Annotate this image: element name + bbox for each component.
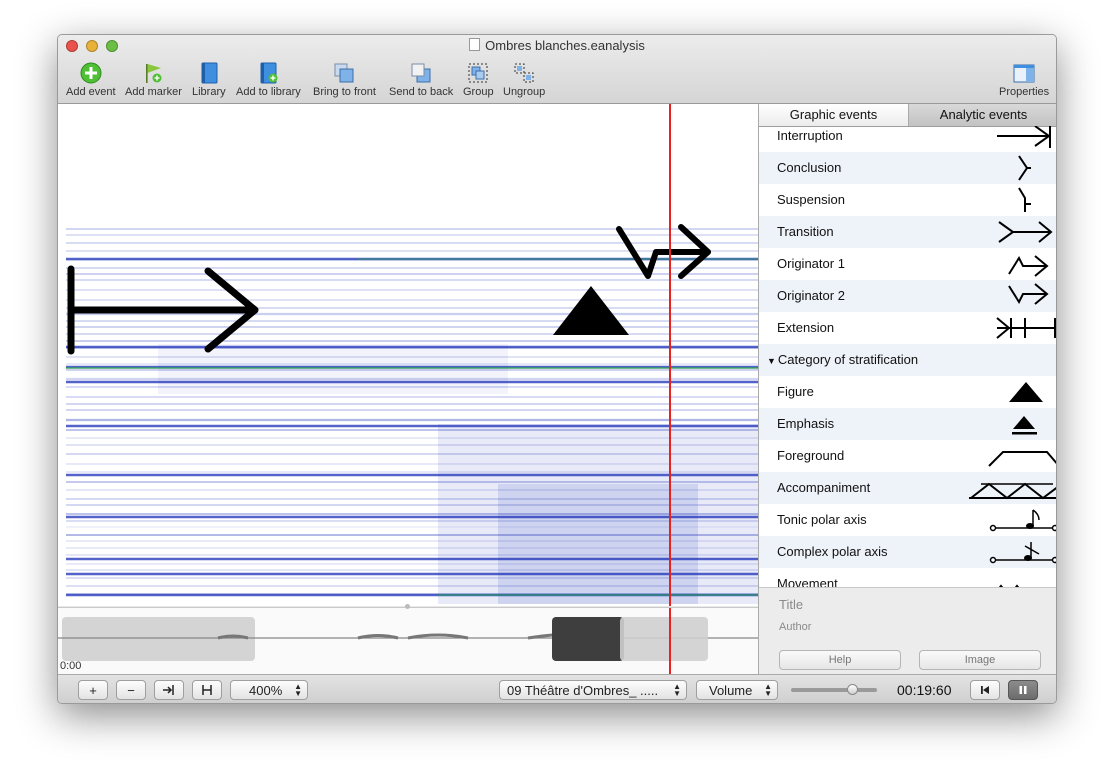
add-marker-button[interactable]: Add marker: [125, 62, 182, 98]
overview-selection[interactable]: [620, 617, 708, 661]
list-item[interactable]: Movement: [759, 568, 1056, 587]
tonic-polar-axis-icon: [989, 509, 1056, 532]
group-icon: [468, 63, 488, 83]
author-field[interactable]: Author: [779, 621, 811, 633]
panel-tabs: Graphic events Analytic events: [759, 104, 1056, 127]
category-header[interactable]: ▼ Category of stratification: [759, 344, 1056, 376]
rewind-button[interactable]: [970, 680, 1000, 700]
add-event-icon: [80, 62, 102, 84]
disclosure-triangle-icon[interactable]: ▼: [767, 356, 776, 366]
group-button[interactable]: Group: [463, 62, 494, 98]
figure-triangle-symbol[interactable]: [553, 286, 629, 335]
add-to-library-icon: [260, 62, 278, 84]
arrow-symbol[interactable]: [67, 265, 259, 355]
updown-arrows-icon: ▲ ▼: [764, 682, 772, 698]
transition-icon: [998, 221, 1053, 243]
ungroup-button[interactable]: Ungroup: [503, 62, 545, 98]
help-button[interactable]: Help: [779, 650, 901, 670]
time-display: 00:19:60: [897, 682, 952, 698]
add-button[interactable]: +: [78, 680, 108, 700]
add-event-button[interactable]: Add event: [66, 62, 116, 98]
list-item[interactable]: Complex polar axis: [759, 536, 1056, 568]
list-item[interactable]: Figure: [759, 376, 1056, 408]
send-to-back-button[interactable]: Send to back: [389, 62, 453, 98]
image-button[interactable]: Image: [919, 650, 1041, 670]
bottom-bar: + − 400% ▲ ▼ 09 Théâtre d'Ombres_ ..... ▲…: [58, 674, 1056, 703]
movement-icon: [998, 584, 1020, 587]
snap-to-end-button[interactable]: [154, 680, 184, 700]
library-button[interactable]: Library: [192, 62, 226, 98]
app-window: Ombres blanches.eanalysis Add event Add …: [57, 34, 1057, 704]
originator-1-icon: [1008, 255, 1049, 277]
track-select[interactable]: 09 Théâtre d'Ombres_ ..... ▲ ▼: [499, 680, 687, 700]
overview-timeline[interactable]: 0:00: [58, 604, 758, 674]
send-to-back-icon: [411, 63, 431, 83]
events-panel: Graphic events Analytic events Interrupt…: [758, 104, 1056, 675]
originator-2-icon: [1008, 283, 1049, 305]
library-icon: [201, 62, 218, 84]
volume-slider[interactable]: [791, 684, 877, 695]
list-item[interactable]: Emphasis: [759, 408, 1056, 440]
skip-back-icon: [981, 686, 989, 694]
add-to-library-button[interactable]: Add to library: [236, 62, 301, 98]
overview-viewport[interactable]: [552, 617, 624, 661]
fit-width-icon: [202, 685, 212, 695]
analysis-overlay: [67, 104, 711, 606]
flag-icon: [146, 64, 162, 83]
window-title: Ombres blanches.eanalysis: [58, 38, 1056, 53]
pause-icon: [1019, 686, 1027, 694]
list-item[interactable]: Interruption: [759, 126, 1056, 152]
list-item[interactable]: Transition: [759, 216, 1056, 248]
list-item[interactable]: Originator 1: [759, 248, 1056, 280]
transition-symbol[interactable]: [616, 224, 711, 279]
symbol-list[interactable]: Interruption Conclusion Suspension Trans…: [759, 126, 1056, 587]
bring-to-front-icon: [334, 63, 354, 83]
complex-polar-axis-icon: [989, 542, 1056, 564]
accompaniment-icon: [969, 482, 1056, 500]
list-item[interactable]: Accompaniment: [759, 472, 1056, 504]
tab-analytic-events[interactable]: Analytic events: [909, 104, 1056, 126]
updown-arrows-icon: ▲ ▼: [673, 682, 681, 698]
start-time-label: 0:00: [60, 660, 82, 672]
list-item[interactable]: Conclusion: [759, 152, 1056, 184]
interruption-icon: [997, 126, 1051, 148]
updown-arrows-icon: ▲ ▼: [294, 682, 302, 698]
title-field[interactable]: Title: [779, 597, 803, 612]
ungroup-icon: [514, 63, 534, 83]
list-item[interactable]: Extension: [759, 312, 1056, 344]
figure-icon: [1009, 382, 1043, 402]
arrow-to-bar-icon: [163, 685, 174, 695]
list-item[interactable]: Originator 2: [759, 280, 1056, 312]
volume-slider-knob[interactable]: [847, 684, 859, 695]
fit-width-button[interactable]: [192, 680, 222, 700]
pause-button[interactable]: [1008, 680, 1038, 700]
emphasis-icon: [1012, 416, 1037, 435]
properties-button[interactable]: Properties: [999, 62, 1049, 98]
properties-icon: [1013, 64, 1035, 83]
list-item[interactable]: Suspension: [759, 184, 1056, 216]
titlebar: Ombres blanches.eanalysis Add event Add …: [58, 35, 1056, 104]
foreground-icon: [988, 451, 1056, 467]
zoom-select[interactable]: 400% ▲ ▼: [230, 680, 308, 700]
display-mode-select[interactable]: Volume ▲ ▼: [696, 680, 778, 700]
overview-playhead: [669, 608, 671, 674]
list-item[interactable]: Foreground: [759, 440, 1056, 472]
bring-to-front-button[interactable]: Bring to front: [313, 62, 376, 98]
document-icon: [469, 38, 481, 51]
conclusion-icon: [1018, 155, 1031, 181]
list-item[interactable]: Tonic polar axis: [759, 504, 1056, 536]
analysis-canvas[interactable]: [58, 104, 758, 606]
tab-graphic-events[interactable]: Graphic events: [759, 104, 909, 126]
remove-button[interactable]: −: [116, 680, 146, 700]
metadata-pane: Title Author Help Image: [759, 587, 1056, 675]
playhead[interactable]: [669, 104, 671, 606]
suspension-icon: [1018, 187, 1031, 212]
resize-handle[interactable]: [405, 604, 410, 609]
extension-icon: [996, 317, 1056, 339]
